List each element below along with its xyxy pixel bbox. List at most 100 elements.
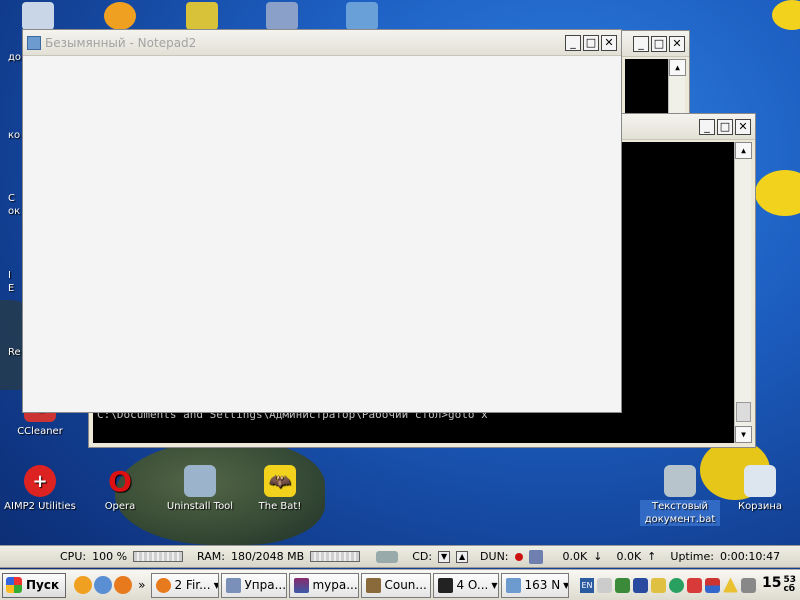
desktop-label-fragment: ко <box>8 130 21 141</box>
desktop-icon-label: AIMP2 Utilities <box>4 501 76 512</box>
ram-value: 180/2048 MB <box>230 550 305 563</box>
opera-icon: O <box>108 464 132 498</box>
notepad-icon <box>506 577 522 593</box>
desktop-label-fragment: Е <box>8 283 15 294</box>
disk-icon[interactable] <box>376 550 399 563</box>
desktop-icon-top-4[interactable] <box>266 2 298 30</box>
dropdown-arrow-icon: ▼ <box>491 580 498 590</box>
ram-label: RAM: <box>197 550 225 563</box>
notepad2-titlebar[interactable]: Безымянный - Notepad2 _ □ ✕ <box>23 30 621 56</box>
close-button[interactable]: ✕ <box>669 35 685 52</box>
desktop-icon-label: Uninstall Tool <box>166 501 234 512</box>
tray-icon-blue[interactable] <box>632 577 648 593</box>
clock-day: сб <box>783 584 796 594</box>
dropdown-arrow-icon: ▼ <box>563 580 570 590</box>
aimp-quicklaunch-icon[interactable] <box>74 576 93 594</box>
minimize-button[interactable]: _ <box>565 34 581 51</box>
vertical-scrollbar[interactable]: ▲ ▼ <box>734 142 752 443</box>
quicklaunch-more-icon[interactable]: » <box>134 578 149 592</box>
notepad2-app-icon[interactable] <box>27 35 41 50</box>
desktop-icon-top-5[interactable] <box>346 2 378 30</box>
tools-icon[interactable] <box>740 577 756 593</box>
close-button[interactable]: ✕ <box>601 34 617 51</box>
firefox-quicklaunch-icon[interactable] <box>114 576 133 594</box>
net-down-value: 0.0K <box>562 550 588 563</box>
firefox-icon <box>156 577 172 593</box>
tray-icon-green[interactable] <box>614 577 630 593</box>
desktop-icon-opera[interactable]: O Opera <box>80 465 160 513</box>
notepad2-window[interactable]: Безымянный - Notepad2 _ □ ✕ <box>22 29 622 413</box>
clock[interactable]: 15 53 сб <box>759 576 796 594</box>
cd-label: CD: <box>412 550 433 563</box>
text-editor-area[interactable] <box>24 57 620 411</box>
clock-hours: 15 <box>761 575 782 591</box>
volume-icon[interactable] <box>596 577 612 593</box>
taskbar-button-label: Coun... <box>384 578 427 592</box>
bat-file-icon <box>664 465 696 497</box>
uptime-value: 0:00:10:47 <box>719 550 781 563</box>
uptime-label: Uptime: <box>670 550 714 563</box>
start-button[interactable]: Пуск <box>2 572 67 598</box>
computer-icon <box>226 577 242 593</box>
taskbar-button-label: Упра... <box>244 578 287 592</box>
wallpaper-fish <box>755 170 800 216</box>
taskbar-button-label: 2 Fir... <box>174 578 211 592</box>
flag-icon[interactable] <box>704 577 720 593</box>
tray-icon-circle[interactable] <box>668 577 684 593</box>
maximize-button[interactable]: □ <box>651 35 667 52</box>
console-titlebar[interactable]: _ □ ✕ <box>621 31 689 57</box>
taskbar-button-console[interactable]: 4 O... ▼ <box>433 572 500 598</box>
taskbar-button-counter-strike[interactable]: Coun... <box>361 572 432 598</box>
game-icon <box>366 577 382 593</box>
scroll-up-button[interactable]: ▲ <box>669 59 686 76</box>
desktop-icon-aimp2-utilities[interactable]: + AIMP2 Utilities <box>0 465 80 513</box>
desktop-icon-label: Текстовый документ.bat <box>640 500 720 526</box>
desktop-icon-text-bat[interactable]: Текстовый документ.bat <box>640 465 720 526</box>
desktop-icon-label: Opera <box>104 501 136 512</box>
minimize-button[interactable]: _ <box>633 35 649 52</box>
the-bat-icon: 🦇 <box>264 465 296 497</box>
warning-icon[interactable] <box>722 577 738 593</box>
scroll-up-button[interactable]: ▲ <box>735 142 752 159</box>
cd-eject-down-button[interactable]: ▼ <box>438 550 451 563</box>
language-indicator[interactable]: EN <box>579 577 594 593</box>
winrar-icon <box>294 577 310 593</box>
desktop-icon-recycle-bin[interactable]: Корзина <box>720 465 800 513</box>
taskbar-button-firefox[interactable]: 2 Fir... ▼ <box>151 572 220 598</box>
taskbar-button-winrar[interactable]: mypa... <box>289 572 360 598</box>
close-button[interactable]: ✕ <box>735 118 751 135</box>
aimp2-utilities-icon: + <box>24 465 56 497</box>
minimize-button[interactable]: _ <box>699 118 715 135</box>
network-icon[interactable] <box>528 549 543 564</box>
taskbar-button-manage[interactable]: Упра... <box>221 572 288 598</box>
desktop-label-fragment: I <box>8 270 11 281</box>
desktop-icon-top-3[interactable] <box>186 2 218 30</box>
taskbar-button-label: 4 O... <box>456 578 489 592</box>
aimp-icon[interactable] <box>104 2 136 30</box>
tray-icon-red[interactable] <box>686 577 702 593</box>
desktop-icon-the-bat[interactable]: 🦇 The Bat! <box>240 465 320 513</box>
wallpaper-fish <box>772 0 800 30</box>
dun-status-icon <box>514 552 523 561</box>
console-icon <box>438 577 454 593</box>
ram-usage-bar <box>310 551 361 562</box>
system-meter-bar: CPU: 100 % RAM: 180/2048 MB CD: ▼ ▲ DUN:… <box>0 545 800 568</box>
maximize-button[interactable]: □ <box>717 118 733 135</box>
recycle-bin-icon <box>744 465 776 497</box>
scroll-thumb[interactable] <box>736 402 751 422</box>
maximize-button[interactable]: □ <box>583 34 599 51</box>
cpu-value: 100 % <box>92 550 128 563</box>
net-up-value: 0.0K <box>616 550 642 563</box>
desktop-icon-uninstall-tool[interactable]: Uninstall Tool <box>160 465 240 513</box>
taskbar-button-notepad[interactable]: 163 N ▼ <box>501 572 570 598</box>
quicklaunch-icon-2[interactable] <box>94 576 113 594</box>
start-label: Пуск <box>26 578 60 592</box>
cd-eject-up-button[interactable]: ▲ <box>456 550 469 563</box>
dropdown-arrow-icon: ▼ <box>213 580 220 590</box>
scroll-down-button[interactable]: ▼ <box>735 426 752 443</box>
desktop-icon-top-1[interactable] <box>22 2 54 30</box>
cpu-label: CPU: <box>60 550 87 563</box>
dun-label: DUN: <box>480 550 509 563</box>
arrow-down-icon: ↓ <box>593 550 603 563</box>
tray-icon-yellow[interactable] <box>650 577 666 593</box>
